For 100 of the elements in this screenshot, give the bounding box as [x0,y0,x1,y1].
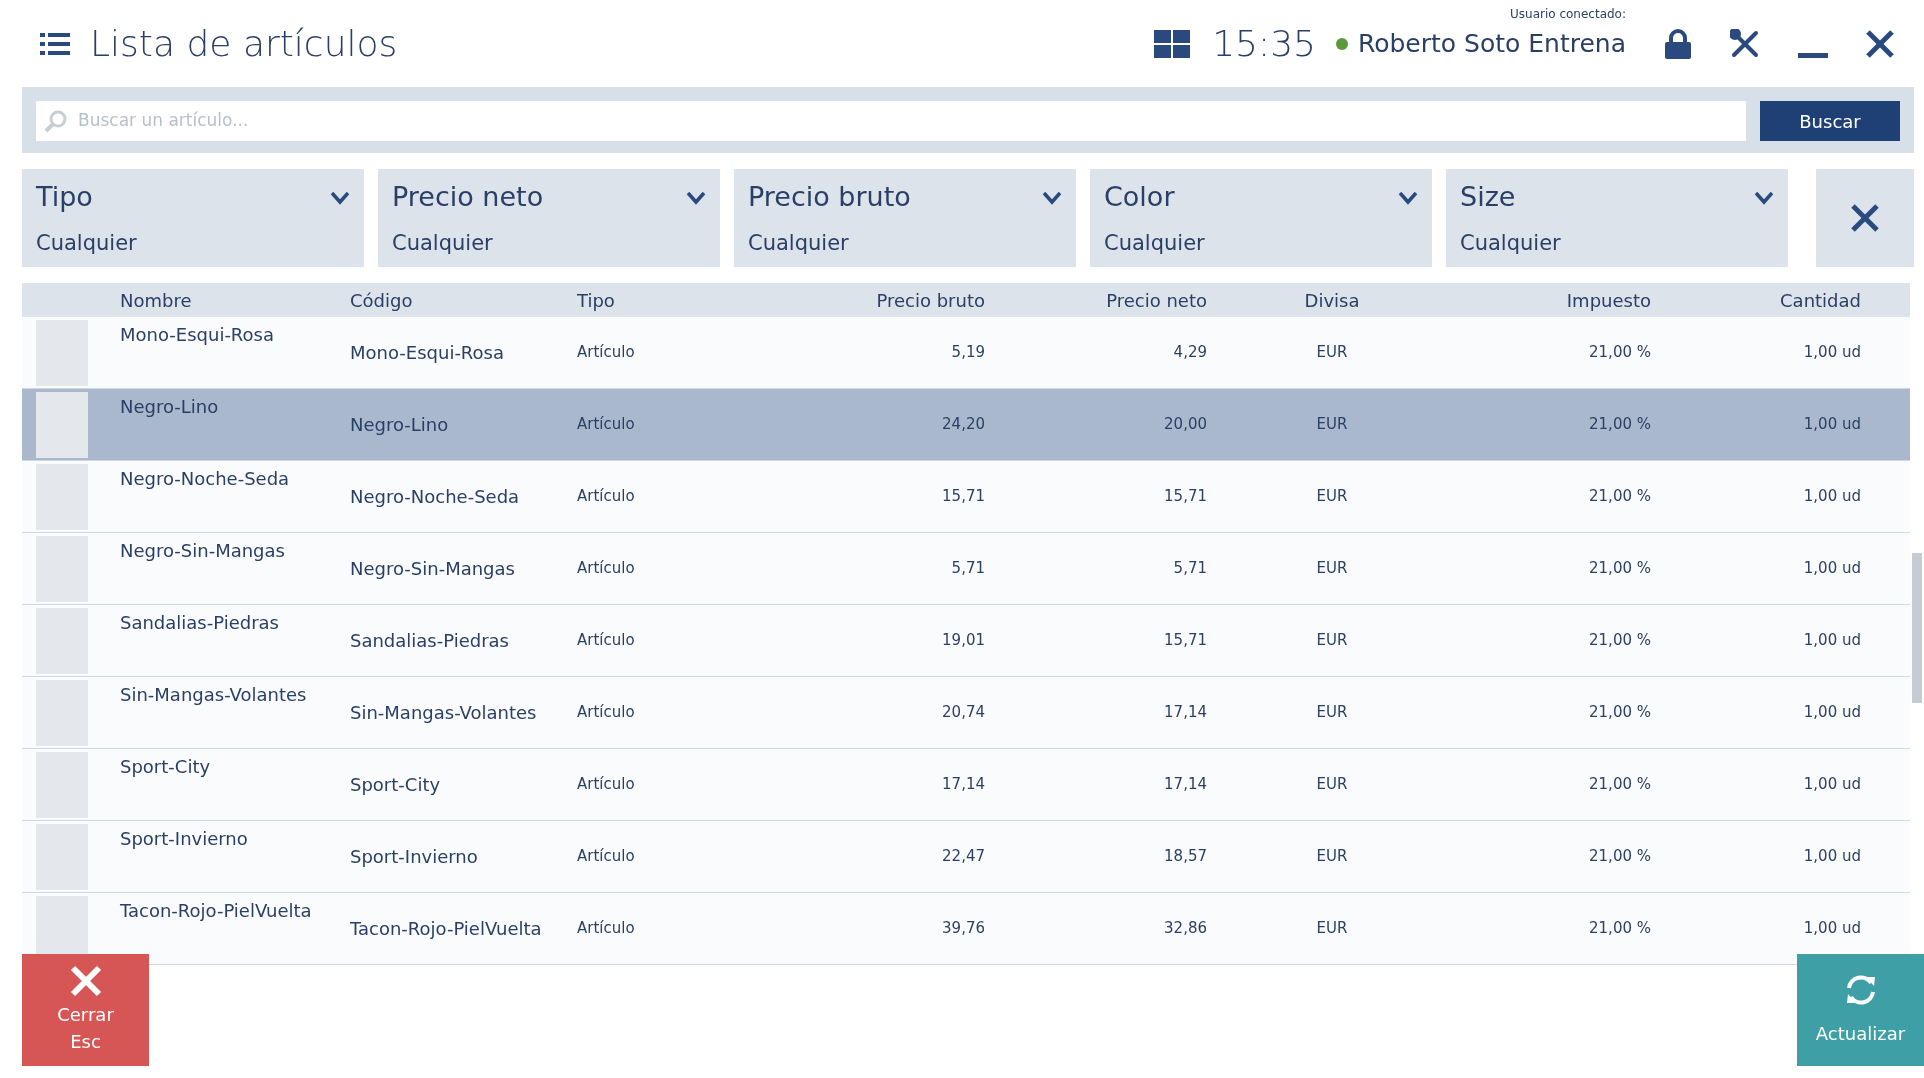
lock-icon[interactable] [1664,28,1692,59]
table-row[interactable]: Sport-City Sport-City Artículo 17,14 17,14 EUR 21,00 % 1,00 ud [22,749,1910,821]
table-cell-text: Tacon-Rojo-PielVuelta [349,917,543,941]
table-cell-text: 24,20 [941,414,986,436]
table-cell-text: EUR [1315,414,1349,436]
table-row[interactable]: Tacon-Rojo-PielVuelta Tacon-Rojo-PielVuelta Artículo 39,76 32,86 EUR 21,00 % 1,00 ud [22,893,1910,965]
table-cell-text: 32,86 [1163,918,1208,940]
table-cell-text: 1,00 ud [1802,630,1862,652]
table-row[interactable]: Negro-Lino Negro-Lino Artículo 24,20 20,00 EUR 21,00 % 1,00 ud [22,389,1910,461]
table-cell-text: 21,00 % [1588,918,1652,940]
table-cell-text: EUR [1315,630,1349,652]
table-cell-text: Artículo [576,630,636,652]
user-label: Usuario conectado: [1510,5,1626,23]
table-cell-text: Negro-Lino [349,413,450,437]
search-button[interactable]: Buscar [1760,101,1900,141]
table-row[interactable]: Sin-Mangas-Volantes Sin-Mangas-Volantes Artículo 20,74 17,14 EUR 21,00 % 1,00 ud [22,677,1910,749]
table-cell-text: 22,47 [941,846,986,868]
close-icon[interactable] [1866,29,1894,58]
table-cell-text: 17,14 [941,774,986,796]
chevron-icon [330,191,350,205]
clear-filters-button[interactable] [1816,169,1914,267]
table-cell-text: Artículo [576,558,636,580]
chevron-icon [1754,191,1774,205]
table-cell-text: Mono-Esqui-Rosa [120,323,275,347]
table-cell-text: EUR [1315,918,1349,940]
table-cell-text: 21,00 % [1588,774,1652,796]
column-header: Nombre [120,288,193,313]
table-cell-text: 21,00 % [1588,414,1652,436]
close-icon [1851,204,1879,232]
table-cell-text: Artículo [576,846,636,868]
table-cell-text: 21,00 % [1588,342,1652,364]
chevron-icon [1042,191,1062,205]
column-header: Tipo [576,288,616,313]
table-cell-text: 21,00 % [1588,558,1652,580]
table-cell-text: 21,00 % [1588,702,1652,724]
table-cell-text: 15,71 [941,486,986,508]
filter-dropdown[interactable]: Tipo Cualquier [22,169,364,267]
table-cell-text: EUR [1315,558,1349,580]
table-cell-text: 1,00 ud [1802,486,1862,508]
table-cell-text: Tacon-Rojo-PielVuelta [120,899,313,923]
filter-dropdown[interactable]: Size Cualquier [1446,169,1788,267]
table-cell-text: 5,71 [950,558,986,580]
table-row[interactable]: Sandalias-Piedras Sandalias-Piedras Artículo 19,01 15,71 EUR 21,00 % 1,00 ud [22,605,1910,677]
table-cell-text: 20,00 [1163,414,1208,436]
table-cell-text: Sandalias-Piedras [120,611,280,635]
table-cell-text: Sport-City [349,773,442,797]
scrollbar-thumb[interactable] [1912,553,1922,703]
table-cell-text: EUR [1315,702,1349,724]
table-cell-text: Negro-Sin-Mangas [349,557,516,581]
table-row[interactable]: Sport-Invierno Sport-Invierno Artículo 22,47 18,57 EUR 21,00 % 1,00 ud [22,821,1910,893]
table-cell-text: Artículo [576,414,636,436]
table-cell-text: 1,00 ud [1802,414,1862,436]
table-cell-text: 39,76 [941,918,986,940]
table-cell-text: Artículo [576,918,636,940]
table-cell-text: 21,00 % [1588,846,1652,868]
table-cell-text: 5,71 [1172,558,1208,580]
table-cell-text: Sport-Invierno [349,845,479,869]
table-cell-text: Negro-Noche-Seda [120,467,291,491]
table-cell-text: Sandalias-Piedras [349,629,510,653]
table-cell-text: Artículo [576,702,636,724]
column-header: Precio bruto [875,288,986,313]
table-cell-text: 1,00 ud [1802,774,1862,796]
user-name: Roberto Soto Entrena [1357,27,1626,60]
table-row[interactable]: Mono-Esqui-Rosa Mono-Esqui-Rosa Artículo 5,19 4,29 EUR 21,00 % 1,00 ud [22,317,1910,389]
clock: 15:35 [1212,21,1316,66]
window-title: Lista de artículos [90,21,398,66]
table-cell-text: 18,57 [1163,846,1208,868]
table-cell-text: 17,14 [1163,702,1208,724]
table-cell-text: Sport-Invierno [120,827,249,851]
product-photo [36,391,88,458]
table-cell-text: Sin-Mangas-Volantes [120,683,308,707]
close-button[interactable]: Cerrar Esc [22,954,149,1066]
column-header: Impuesto [1565,288,1652,313]
table-cell-text: Negro-Lino [120,395,220,419]
table-cell-text: 4,29 [1172,342,1208,364]
table-cell-text: Sin-Mangas-Volantes [349,701,538,725]
table-cell-text: Sport-City [120,755,212,779]
grid-icon[interactable] [1154,29,1191,58]
filter-dropdown[interactable]: Precio neto Cualquier [378,169,720,267]
table-row[interactable]: Negro-Noche-Seda Negro-Noche-Seda Artículo 15,71 15,71 EUR 21,00 % 1,00 ud [22,461,1910,533]
filter-dropdown[interactable]: Precio bruto Cualquier [734,169,1076,267]
filter-dropdown[interactable]: Color Cualquier [1090,169,1432,267]
chevron-icon [1398,191,1418,205]
table-cell-text: Artículo [576,342,636,364]
table-cell-text: 1,00 ud [1802,702,1862,724]
table-row[interactable]: Negro-Sin-Mangas Negro-Sin-Mangas Artículo 5,71 5,71 EUR 21,00 % 1,00 ud [22,533,1910,605]
search-field[interactable]: Buscar un artículo... [36,101,1746,141]
table-cell-text: EUR [1315,846,1349,868]
table-cell-text: Artículo [576,486,636,508]
table-cell-text: 17,14 [1163,774,1208,796]
table-cell-text: Artículo [576,774,636,796]
table-cell-text: 21,00 % [1588,630,1652,652]
table-cell-text: 21,00 % [1588,486,1652,508]
table-cell-text: 20,74 [941,702,986,724]
column-header: Código [349,288,414,313]
menu-icon[interactable] [40,31,70,56]
table-cell-text: Negro-Sin-Mangas [120,539,286,563]
table-cell-text: 5,19 [950,342,986,364]
table-cell-text: 1,00 ud [1802,342,1862,364]
table-cell-text: 1,00 ud [1802,918,1862,940]
